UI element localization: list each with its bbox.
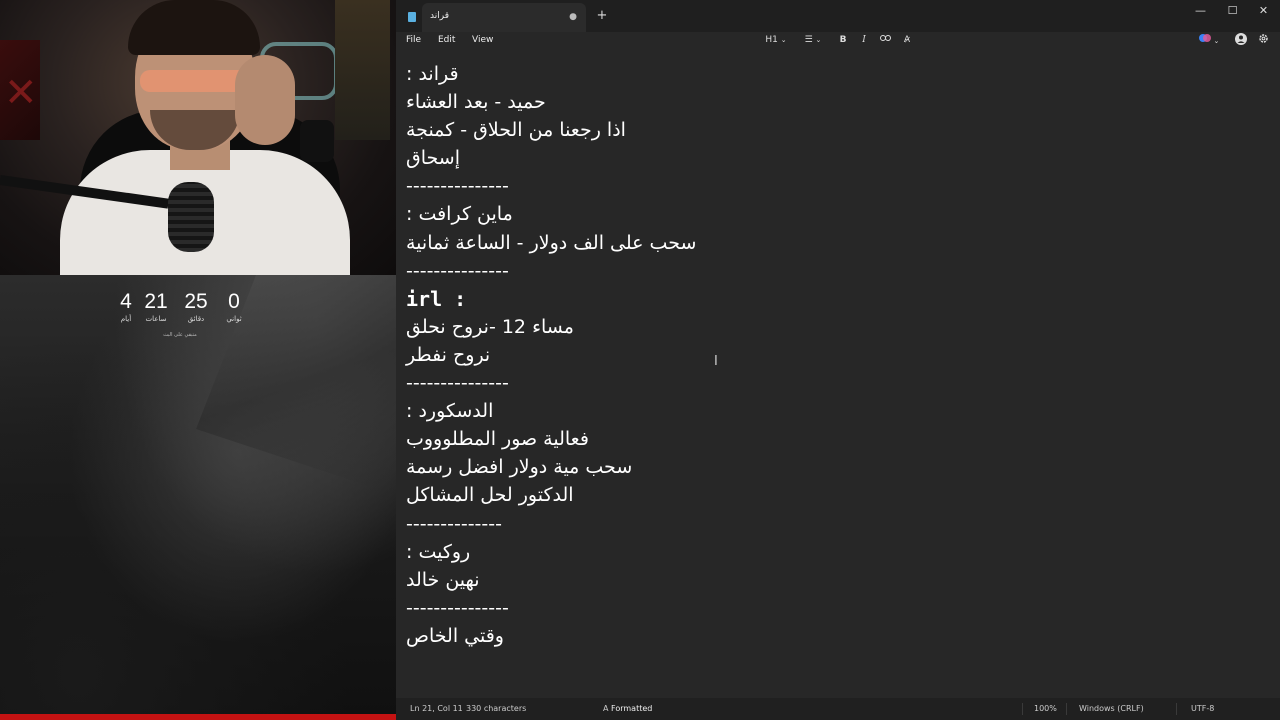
new-tab-button[interactable]: + — [594, 7, 610, 25]
notepad-app-icon — [408, 12, 416, 22]
chevron-down-icon: ⌄ — [1213, 37, 1220, 45]
document-line[interactable]: الدسكورد : — [406, 397, 1206, 425]
tinted-glasses — [140, 70, 250, 92]
document-line[interactable]: سحب على الف دولار - الساعة ثمانية — [406, 229, 1206, 257]
minimize-button[interactable]: — — [1185, 0, 1216, 22]
countdown-hours: 21 ساعات — [138, 290, 174, 324]
menu-file[interactable]: File — [406, 33, 421, 47]
countdown-minutes-value: 25 — [184, 290, 208, 313]
italic-button[interactable]: I — [857, 33, 871, 47]
account-button[interactable] — [1234, 33, 1248, 47]
document-line[interactable]: نروح نفطر — [406, 341, 1206, 369]
character-count: 330 characters — [466, 704, 527, 713]
countdown-caption: متبقي على البث — [163, 332, 197, 338]
clear-formatting-button[interactable]: A̷ — [899, 33, 915, 47]
settings-button[interactable] — [1256, 33, 1270, 47]
smartwatch — [300, 120, 334, 162]
maximize-button[interactable]: ☐ — [1217, 0, 1248, 22]
line-endings[interactable]: Windows (CRLF) — [1079, 704, 1144, 714]
status-bar: Ln 21, Col 11 330 characters A Formatted… — [396, 698, 1280, 720]
document-line[interactable]: فعالية صور المطلوووب — [406, 425, 1206, 453]
document-line[interactable]: وقتي الخاص — [406, 622, 1206, 650]
countdown-minutes: 25 دقائق — [178, 290, 214, 324]
document-line[interactable]: إسحاق — [406, 144, 1206, 172]
background-shelf — [335, 0, 390, 140]
tab-title: قراند — [430, 11, 449, 21]
divider — [1022, 703, 1023, 715]
chevron-down-icon: ⌄ — [780, 36, 787, 44]
format-label: Formatted — [611, 704, 653, 713]
document-line[interactable]: حميد - بعد العشاء — [406, 88, 1206, 116]
bold-button[interactable]: B — [836, 33, 850, 47]
menu-bar: File Edit View H1 ⌄ ☰ ⌄ B I A̷ ⌄ — [396, 32, 1280, 50]
person-hand — [235, 55, 295, 145]
document-line[interactable]: اذا رجعنا من الحلاق - كمنجة — [406, 116, 1206, 144]
document-line[interactable]: قراند : — [406, 60, 1206, 88]
document-line[interactable]: -------------- — [406, 510, 1206, 538]
markdown-icon: A — [603, 704, 609, 713]
heading-label: H1 — [765, 35, 778, 45]
divider — [1066, 703, 1067, 715]
unsaved-dot-icon[interactable]: ● — [568, 12, 578, 22]
countdown-minutes-label: دقائق — [187, 315, 205, 323]
cursor-position[interactable]: Ln 21, Col 11 — [410, 704, 463, 714]
document-line[interactable]: --------------- — [406, 369, 1206, 397]
copilot-icon — [1198, 34, 1211, 42]
countdown-seconds-label: ثواني — [226, 315, 242, 323]
format-indicator[interactable]: A Formatted — [603, 704, 652, 714]
document-line[interactable]: مساء 12 -نروح نحلق — [406, 313, 1206, 341]
person-hair — [128, 0, 260, 55]
encoding[interactable]: UTF-8 — [1191, 704, 1214, 714]
text-cursor-icon: I — [714, 354, 718, 369]
document-line[interactable]: نهين خالد — [406, 566, 1206, 594]
webcam-feed: ✕ — [0, 0, 396, 275]
list-dropdown[interactable]: ☰ ⌄ — [800, 33, 826, 47]
document-line[interactable]: روكيت : — [406, 538, 1206, 566]
link-icon — [879, 35, 891, 41]
document-line[interactable]: سحب مية دولار افضل رسمة — [406, 453, 1206, 481]
countdown-hours-label: ساعات — [145, 315, 167, 323]
chevron-down-icon: ⌄ — [815, 36, 822, 44]
copilot-button[interactable]: ⌄ — [1196, 33, 1222, 47]
document-line[interactable]: ماين كرافت : — [406, 200, 1206, 228]
title-bar: قراند ● + — ☐ ✕ — [396, 0, 1280, 32]
countdown-seconds: 0 ثواني — [216, 290, 252, 324]
account-icon — [1235, 33, 1247, 45]
zoom-level[interactable]: 100% — [1034, 704, 1057, 714]
document-line[interactable]: --------------- — [406, 257, 1206, 285]
document-line[interactable]: irl : — [406, 285, 1206, 313]
text-editor[interactable]: قراند : حميد - بعد العشاء اذا رجعنا من الح… — [396, 58, 1280, 698]
gear-icon — [1258, 34, 1268, 43]
link-button[interactable] — [878, 33, 892, 47]
microphone — [168, 182, 214, 252]
x-logo-icon: ✕ — [4, 70, 38, 116]
heading-dropdown[interactable]: H1 ⌄ — [762, 33, 790, 47]
menu-edit[interactable]: Edit — [438, 33, 455, 47]
divider — [1176, 703, 1177, 715]
red-accent-strip — [0, 714, 396, 720]
stream-overlay: ✕ 4 أيام 21 ساعات 25 دقائق 0 ثواني متبقي… — [0, 0, 396, 720]
document-body[interactable]: قراند : حميد - بعد العشاء اذا رجعنا من الح… — [406, 60, 1206, 650]
tab-document[interactable]: قراند ● — [422, 3, 586, 32]
document-line[interactable]: --------------- — [406, 172, 1206, 200]
countdown-hours-value: 21 — [144, 290, 168, 313]
notepad-window: قراند ● + — ☐ ✕ File Edit View H1 ⌄ ☰ ⌄ … — [396, 0, 1280, 720]
document-line[interactable]: الدكتور لحل المشاكل — [406, 481, 1206, 509]
countdown-seconds-value: 0 — [228, 290, 240, 313]
menu-view[interactable]: View — [472, 33, 493, 47]
list-icon: ☰ — [804, 35, 813, 45]
close-button[interactable]: ✕ — [1248, 0, 1279, 22]
countdown-timer: 4 أيام 21 ساعات 25 دقائق 0 ثواني — [108, 290, 258, 350]
document-line[interactable]: --------------- — [406, 594, 1206, 622]
